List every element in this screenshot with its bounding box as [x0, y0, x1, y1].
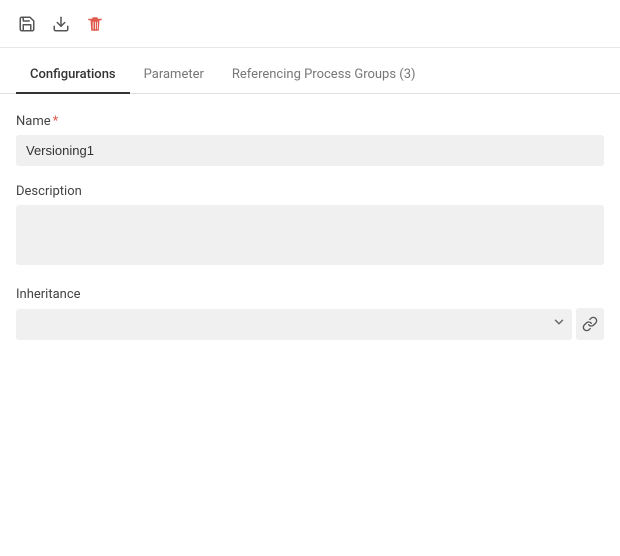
delete-icon-button[interactable]	[84, 13, 106, 35]
name-input[interactable]	[16, 135, 604, 166]
name-field-group: Name*	[16, 114, 604, 166]
tab-configurations[interactable]: Configurations	[16, 57, 130, 94]
description-label: Description	[16, 184, 604, 199]
inheritance-select-wrapper	[16, 308, 604, 340]
content-area: Name* Description Inheritance	[0, 94, 620, 378]
save-icon-button[interactable]	[16, 13, 38, 35]
toolbar	[0, 0, 620, 48]
tabs-container: Configurations Parameter Referencing Pro…	[0, 48, 620, 94]
inheritance-field-group: Inheritance	[16, 287, 604, 340]
description-input[interactable]	[16, 205, 604, 265]
name-label: Name*	[16, 114, 604, 129]
download-icon-button[interactable]	[50, 13, 72, 35]
inheritance-select[interactable]	[16, 309, 572, 340]
tab-referencing-process-groups[interactable]: Referencing Process Groups (3)	[218, 57, 430, 94]
description-field-group: Description	[16, 184, 604, 269]
tab-parameter[interactable]: Parameter	[130, 57, 218, 94]
inheritance-link-button[interactable]	[576, 308, 604, 340]
inheritance-label: Inheritance	[16, 287, 604, 302]
